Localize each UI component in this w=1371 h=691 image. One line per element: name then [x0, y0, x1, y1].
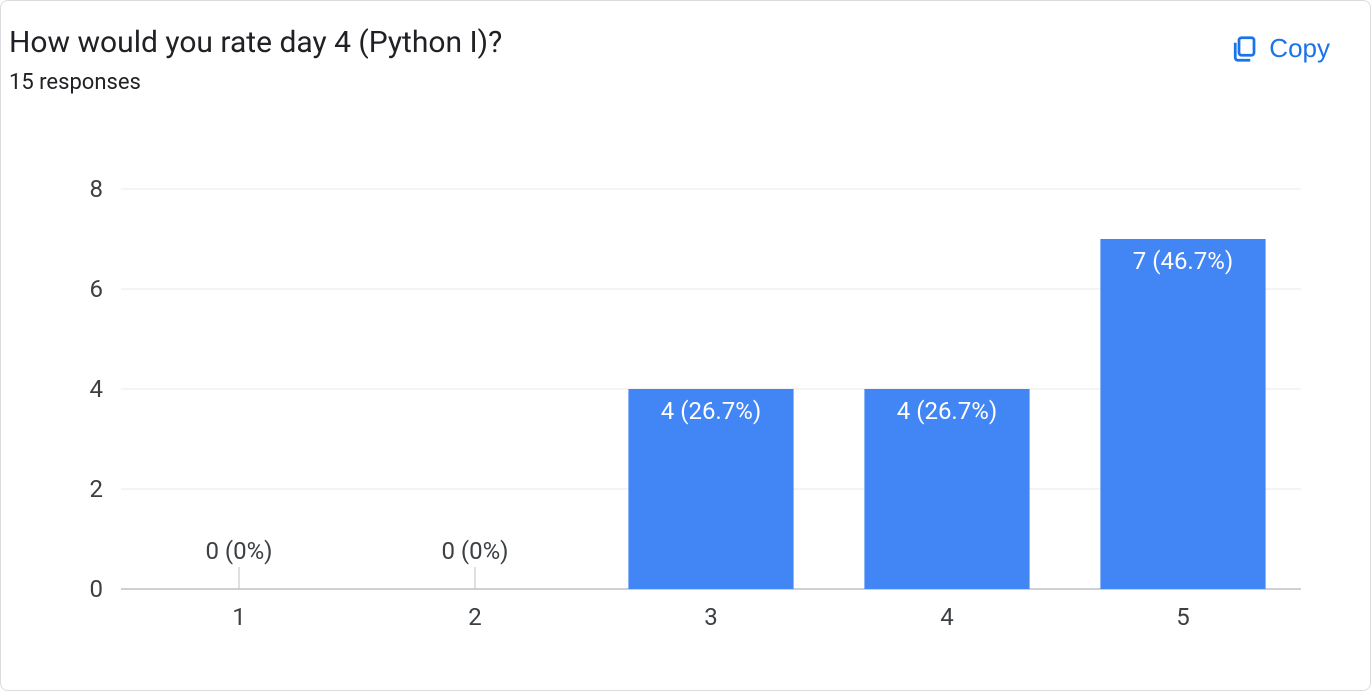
- title-block: How would you rate day 4 (Python I)? 15 …: [9, 25, 502, 95]
- question-title: How would you rate day 4 (Python I)?: [9, 25, 502, 60]
- bar-value-label: 4 (26.7%): [897, 397, 997, 425]
- bar-chart: 0 2 4 6 8 0 (0%) 1 0 (0%) 2 4 (26.7%) 3 4 (26.7%) 4 7…: [61, 169, 1321, 649]
- copy-label: Copy: [1269, 33, 1330, 64]
- x-tick-label: 2: [468, 603, 482, 631]
- x-tick-label: 3: [704, 603, 718, 631]
- x-tick-label: 1: [232, 603, 246, 631]
- y-tick-label: 6: [90, 275, 104, 303]
- bar-value-label: 0 (0%): [441, 537, 508, 565]
- card-header: How would you rate day 4 (Python I)? 15 …: [1, 1, 1370, 95]
- y-tick-label: 0: [90, 575, 104, 603]
- bar: [1100, 239, 1265, 589]
- bar-value-label: 4 (26.7%): [661, 397, 761, 425]
- y-tick-label: 4: [90, 375, 104, 403]
- responses-count: 15 responses: [9, 70, 502, 95]
- copy-icon: [1229, 34, 1259, 64]
- y-tick-label: 2: [90, 475, 104, 503]
- bar-value-label: 7 (46.7%): [1133, 247, 1233, 275]
- chart-card: How would you rate day 4 (Python I)? 15 …: [0, 0, 1371, 691]
- x-tick-label: 5: [1176, 603, 1190, 631]
- y-tick-label: 8: [90, 175, 104, 203]
- x-tick-label: 4: [940, 603, 954, 631]
- copy-button[interactable]: Copy: [1221, 29, 1338, 68]
- bar-value-label: 0 (0%): [205, 537, 272, 565]
- chart-svg: 0 2 4 6 8 0 (0%) 1 0 (0%) 2 4 (26.7%) 3 4 (26.7%) 4 7…: [61, 169, 1321, 649]
